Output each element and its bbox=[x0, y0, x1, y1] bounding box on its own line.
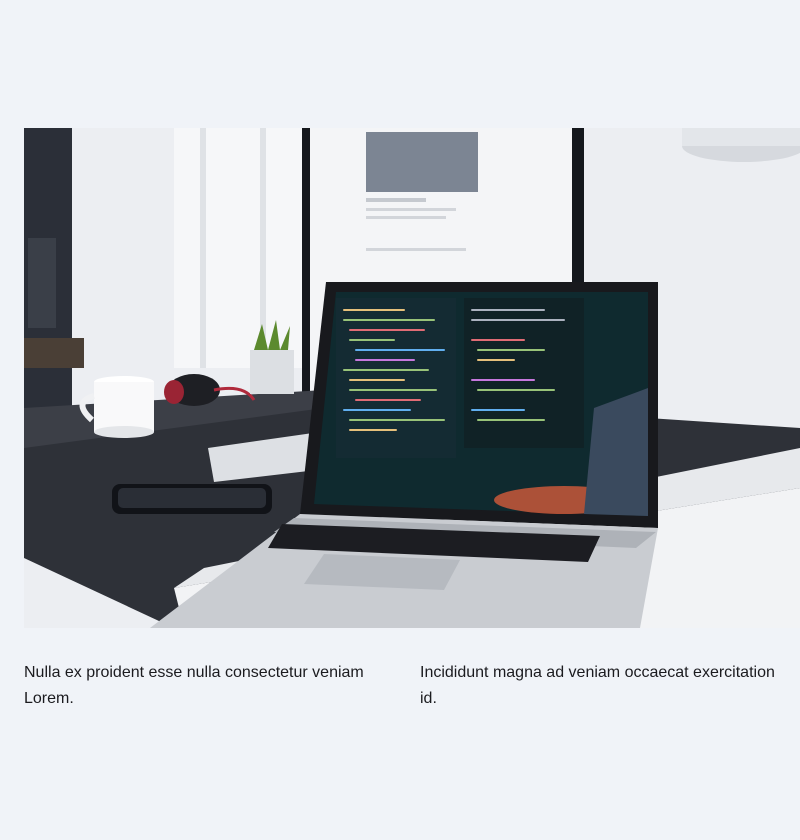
caption-right: Incididunt magna ad veniam occaecat exer… bbox=[420, 664, 775, 707]
caption-row: Nulla ex proident esse nulla consectetur… bbox=[24, 660, 800, 712]
caption-left: Nulla ex proident esse nulla consectetur… bbox=[24, 664, 364, 707]
hero-image bbox=[24, 128, 800, 628]
desk-photo-illustration bbox=[24, 128, 800, 628]
